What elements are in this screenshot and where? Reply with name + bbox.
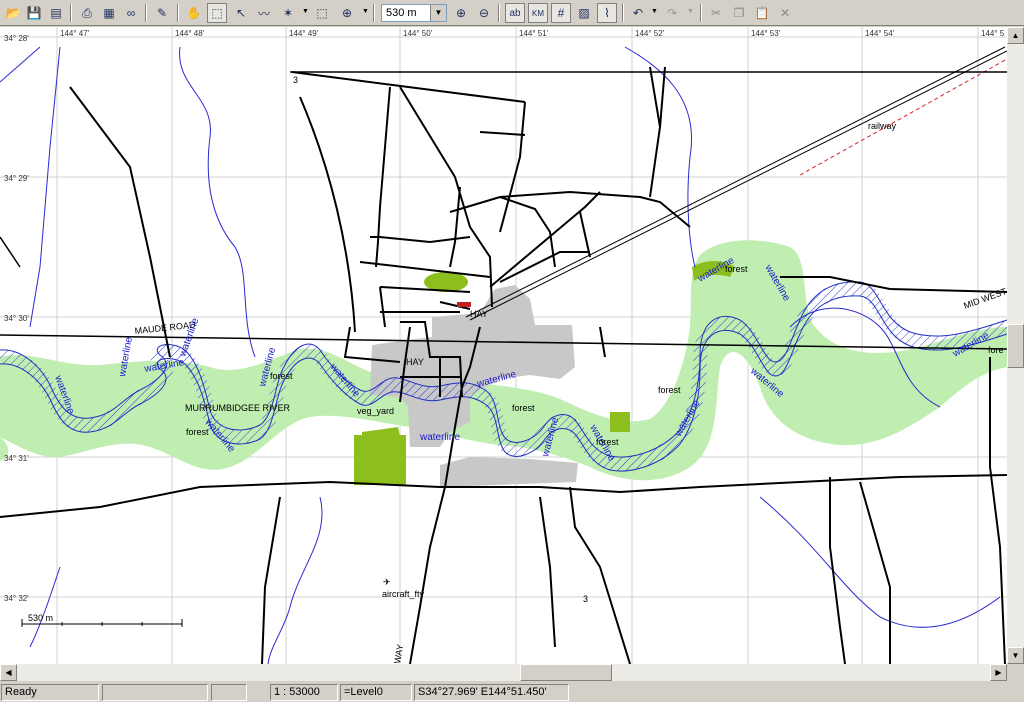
- grid-icon[interactable]: #: [551, 3, 571, 23]
- lon-label: 144° 53': [751, 29, 781, 38]
- copy-icon[interactable]: ❐: [729, 3, 749, 23]
- redo-icon[interactable]: ↷: [662, 3, 682, 23]
- hay-label: HAY: [470, 309, 488, 319]
- forest-label: forest: [270, 371, 293, 381]
- toolbar-separator: [145, 4, 147, 22]
- lon-label: 144° 54': [865, 29, 895, 38]
- airport-icon: ✈: [383, 577, 391, 587]
- scale-select-value: 530 m: [386, 7, 417, 19]
- status-scale: 1 : 53000: [270, 684, 338, 701]
- label-ab-icon[interactable]: ab: [505, 3, 525, 23]
- map-svg: 34° 28' 34° 29' 34° 30' 34° 31' 34° 32' …: [0, 27, 1007, 664]
- mid-west-label: MID WEST: [962, 286, 1007, 311]
- scroll-up-icon[interactable]: ▲: [1007, 27, 1024, 44]
- delete-icon[interactable]: ✕: [775, 3, 795, 23]
- toolbar: 📂 💾 ▤ ⎙ ▦ ∞ ✎ ✋ ⬚ ↖ 〰 ✶ ▼ ⬚ ⊕ ▼ 530 m ▼ …: [0, 0, 1024, 26]
- lon-label: 144° 50': [403, 29, 433, 38]
- toolbar-separator: [622, 4, 624, 22]
- layer-tool-icon[interactable]: ✎: [152, 3, 172, 23]
- lon-label: 144° 51': [519, 29, 549, 38]
- toolbar-separator: [70, 4, 72, 22]
- route-number-label: 3: [293, 75, 298, 85]
- undo-dropdown-icon[interactable]: ▼: [651, 8, 658, 18]
- vertical-scrollbar[interactable]: ▲ ▼: [1007, 27, 1024, 664]
- park-area: [354, 435, 406, 485]
- veg-yard-label: veg_yard: [357, 406, 394, 416]
- status-empty-pane: [211, 684, 247, 701]
- hay-label: HAY: [406, 357, 424, 367]
- scroll-right-icon[interactable]: ▶: [990, 664, 1007, 681]
- horizontal-scroll-thumb[interactable]: [520, 664, 612, 681]
- lat-label: 34° 28': [4, 34, 29, 43]
- magic-wand-dropdown-icon[interactable]: ▼: [302, 8, 309, 18]
- forest-label: fore: [988, 345, 1004, 355]
- zoom-in-icon[interactable]: ⊕: [451, 3, 471, 23]
- highway-label: WAY: [392, 643, 405, 664]
- lon-label: 144° 5: [981, 29, 1005, 38]
- scale-bar-label: 530 m: [28, 613, 53, 623]
- lat-label: 34° 30': [4, 314, 29, 323]
- urban-area: [440, 457, 578, 487]
- status-ready: Ready: [1, 684, 99, 701]
- scroll-down-icon[interactable]: ▼: [1007, 647, 1024, 664]
- scale-select[interactable]: 530 m ▼: [381, 4, 447, 22]
- magic-wand-icon[interactable]: ✶: [278, 3, 298, 23]
- lat-label: 34° 29': [4, 174, 29, 183]
- zoom-out-icon[interactable]: ⊖: [474, 3, 494, 23]
- hatch-icon[interactable]: ▨: [574, 3, 594, 23]
- lat-label: 34° 31': [4, 454, 29, 463]
- undo-icon[interactable]: ↶: [628, 3, 648, 23]
- map-canvas[interactable]: 34° 28' 34° 29' 34° 30' 34° 31' 34° 32' …: [0, 27, 1007, 664]
- paste-icon[interactable]: 📋: [752, 3, 772, 23]
- toolbar-separator: [373, 4, 375, 22]
- park-area: [610, 412, 630, 432]
- save-icon[interactable]: 💾: [24, 3, 44, 23]
- murrumbidgee-river-label: MURRUMBIDGEE RIVER: [185, 403, 291, 413]
- pan-target-dropdown-icon[interactable]: ▼: [362, 8, 369, 18]
- building-marker: [457, 302, 471, 307]
- select-region-icon[interactable]: ⬚: [312, 3, 332, 23]
- status-coordinates: S34°27.969' E144°51.450': [414, 684, 569, 701]
- lat-label: 34° 32': [4, 594, 29, 603]
- railway-label: railway: [868, 121, 897, 131]
- status-level: =Level0: [340, 684, 412, 701]
- park-area: [362, 427, 400, 439]
- forest-label: forest: [186, 427, 209, 437]
- paperclip-icon[interactable]: ⌇: [597, 3, 617, 23]
- status-empty-pane: [102, 684, 208, 701]
- lon-label: 144° 52': [635, 29, 665, 38]
- open-folder-icon[interactable]: 📂: [3, 3, 23, 23]
- select-arrow-icon[interactable]: ↖: [231, 3, 251, 23]
- print-icon[interactable]: ⎙: [77, 3, 97, 23]
- zoom-rectangle-icon[interactable]: ⬚: [207, 3, 227, 23]
- toolbar-separator: [700, 4, 702, 22]
- polyline-icon[interactable]: 〰: [254, 3, 274, 23]
- scrollbar-corner: [1007, 664, 1024, 681]
- toolbar-separator: [177, 4, 179, 22]
- toolbar-separator: [498, 4, 500, 22]
- forest-label: forest: [512, 403, 535, 413]
- route-number-label: 3: [583, 594, 588, 604]
- chevron-down-icon[interactable]: ▼: [430, 5, 446, 21]
- cut-icon[interactable]: ✂: [706, 3, 726, 23]
- lon-label: 144° 48': [175, 29, 205, 38]
- waterline-label: waterline: [419, 432, 460, 443]
- hand-pan-icon[interactable]: ✋: [184, 3, 204, 23]
- forest-label: forest: [658, 385, 681, 395]
- km-label-icon[interactable]: KM: [528, 3, 548, 23]
- railway-dashed-line: [799, 58, 1007, 176]
- lon-label: 144° 47': [60, 29, 90, 38]
- scroll-left-icon[interactable]: ◀: [0, 664, 17, 681]
- redo-dropdown-icon[interactable]: ▼: [687, 8, 694, 18]
- properties-icon[interactable]: ▦: [99, 3, 119, 23]
- scale-bar: 530 m: [21, 613, 183, 627]
- lon-label: 144° 49': [289, 29, 319, 38]
- vertical-scroll-thumb[interactable]: [1007, 324, 1024, 368]
- aircraft-label: aircraft_fty: [382, 589, 425, 599]
- binoculars-icon[interactable]: ∞: [121, 3, 141, 23]
- export-icon[interactable]: ▤: [46, 3, 66, 23]
- horizontal-scrollbar[interactable]: ◀ ▶: [0, 664, 1007, 681]
- pan-target-icon[interactable]: ⊕: [337, 3, 357, 23]
- status-bar: Ready 1 : 53000 =Level0 S34°27.969' E144…: [0, 682, 1024, 702]
